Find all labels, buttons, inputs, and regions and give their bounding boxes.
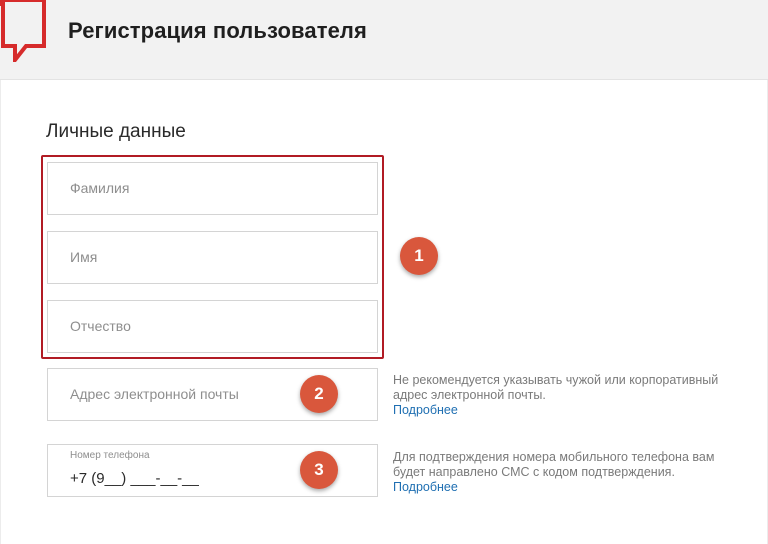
speech-bubble-logo-icon[interactable] <box>0 0 46 62</box>
email-more-link[interactable]: Подробнее <box>393 403 733 418</box>
page-header: Регистрация пользователя <box>0 0 768 80</box>
surname-field[interactable]: Фамилия <box>47 162 378 215</box>
phone-hint: Для подтверждения номера мобильного теле… <box>393 450 733 495</box>
patronymic-placeholder: Отчество <box>70 318 131 334</box>
phone-label: Номер телефона <box>70 450 150 461</box>
phone-more-link[interactable]: Подробнее <box>393 480 733 495</box>
personal-data-heading: Личные данные <box>46 121 186 142</box>
email-hint-text: Не рекомендуется указывать чужой или кор… <box>393 373 719 402</box>
email-hint: Не рекомендуется указывать чужой или кор… <box>393 373 733 418</box>
phone-value: +7 (9__) ___-__-__ <box>70 470 199 487</box>
page-title: Регистрация пользователя <box>68 18 367 43</box>
name-placeholder: Имя <box>70 249 98 265</box>
surname-placeholder: Фамилия <box>70 180 130 196</box>
patronymic-field[interactable]: Отчество <box>47 300 378 353</box>
name-field[interactable]: Имя <box>47 231 378 284</box>
annotation-badge-3: 3 <box>300 451 338 489</box>
annotation-badge-2: 2 <box>300 375 338 413</box>
annotation-badge-1: 1 <box>400 237 438 275</box>
email-placeholder: Адрес электронной почты <box>70 386 239 402</box>
phone-hint-text: Для подтверждения номера мобильного теле… <box>393 450 715 479</box>
